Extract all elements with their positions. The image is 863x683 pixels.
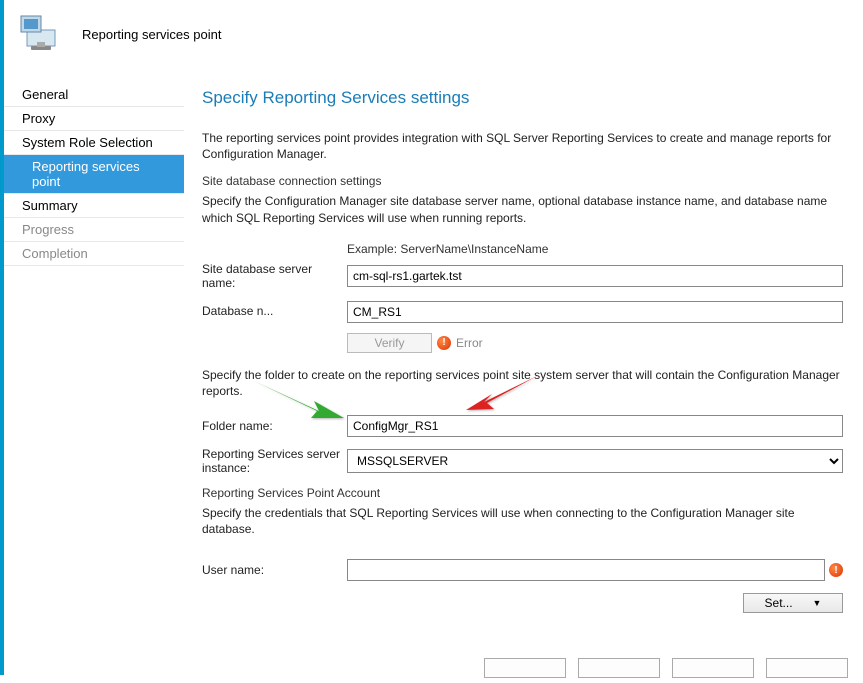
wizard-button-1[interactable]: [484, 658, 566, 678]
server-icon: [19, 10, 67, 58]
folder-name-input[interactable]: [347, 415, 843, 437]
instance-row: Reporting Services server instance: MSSQ…: [202, 447, 843, 476]
section-account-title: Reporting Services Point Account: [202, 486, 843, 500]
section-db-title: Site database connection settings: [202, 174, 843, 188]
page-title: Specify Reporting Services settings: [202, 88, 843, 108]
verify-button[interactable]: Verify: [347, 333, 432, 353]
set-button-row: Set... ▼: [202, 593, 843, 613]
caret-down-icon: ▼: [813, 598, 822, 608]
error-icon: !: [437, 336, 451, 350]
section-account-desc: Specify the credentials that SQL Reporti…: [202, 505, 843, 537]
instance-select[interactable]: MSSQLSERVER: [347, 449, 843, 473]
content-panel: Specify Reporting Services settings The …: [184, 78, 863, 683]
set-button-label: Set...: [765, 596, 793, 610]
username-input[interactable]: [347, 559, 825, 581]
wizard-button-4[interactable]: [766, 658, 848, 678]
wizard-button-3[interactable]: [672, 658, 754, 678]
database-name-row: Database n...: [202, 301, 843, 323]
main-area: General Proxy System Role Selection Repo…: [4, 78, 863, 683]
wizard-button-bar: [484, 658, 848, 678]
example-label: Example: ServerName\InstanceName: [347, 242, 843, 256]
verify-row: Verify ! Error: [347, 333, 843, 353]
section-db-desc: Specify the Configuration Manager site d…: [202, 193, 843, 225]
folder-name-row: Folder name:: [202, 415, 843, 437]
sidebar-item-proxy[interactable]: Proxy: [4, 107, 184, 131]
sidebar-item-summary[interactable]: Summary: [4, 194, 184, 218]
sidebar-item-completion: Completion: [4, 242, 184, 266]
username-row: User name: !: [202, 559, 843, 581]
error-text: Error: [456, 336, 483, 350]
sidebar-item-reporting-services[interactable]: Reporting services point: [4, 155, 184, 194]
username-error-icon: !: [829, 563, 843, 577]
dialog-title: Reporting services point: [82, 27, 221, 42]
sidebar-item-general[interactable]: General: [4, 83, 184, 107]
server-name-input[interactable]: [347, 265, 843, 287]
folder-name-label: Folder name:: [202, 419, 347, 433]
server-name-label: Site database server name:: [202, 262, 347, 291]
instance-label: Reporting Services server instance:: [202, 447, 347, 476]
dialog-header: Reporting services point: [4, 0, 863, 78]
sidebar-item-progress: Progress: [4, 218, 184, 242]
username-label: User name:: [202, 563, 347, 577]
folder-desc: Specify the folder to create on the repo…: [202, 367, 843, 399]
intro-text: The reporting services point provides in…: [202, 130, 843, 162]
database-name-input[interactable]: [347, 301, 843, 323]
wizard-button-2[interactable]: [578, 658, 660, 678]
wizard-sidebar: General Proxy System Role Selection Repo…: [4, 78, 184, 683]
sidebar-item-system-role[interactable]: System Role Selection: [4, 131, 184, 155]
server-name-row: Site database server name:: [202, 262, 843, 291]
set-button[interactable]: Set... ▼: [743, 593, 843, 613]
database-name-label: Database n...: [202, 304, 347, 318]
